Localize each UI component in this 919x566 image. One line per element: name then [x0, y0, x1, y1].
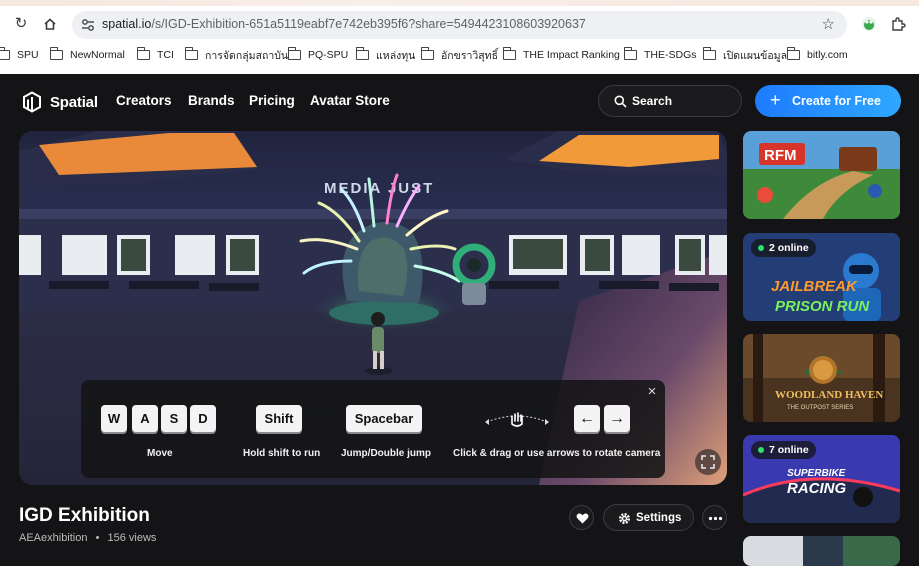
nav-avatar-store[interactable]: Avatar Store — [310, 93, 390, 108]
close-icon[interactable]: × — [645, 384, 659, 399]
extensions-puzzle-icon[interactable] — [890, 16, 906, 32]
svg-text:PRISON RUN: PRISON RUN — [775, 298, 870, 315]
move-label: Move — [147, 448, 173, 459]
controls-help-panel: × W A S D Move Shift Hold shift to run S… — [81, 380, 665, 478]
space-card-jailbreak[interactable]: JAILBREAK PRISON RUN 2 online — [743, 233, 900, 321]
key-spacebar: Spacebar — [346, 405, 422, 432]
shift-label: Hold shift to run — [243, 448, 321, 459]
meta-separator-dot: • — [95, 532, 100, 544]
folder-icon — [0, 47, 10, 60]
svg-text:SUPERBIKE: SUPERBIKE — [787, 468, 846, 479]
space-views: 156 views — [107, 532, 157, 544]
space-card-partial[interactable] — [743, 536, 900, 566]
space-viewport[interactable]: MEDIA JUST × W A S D Move Shift Hold shi… — [19, 131, 727, 485]
bookmark-data-plan[interactable]: เปิดแผนข้อมูล — [703, 46, 787, 64]
key-d: D — [190, 405, 216, 432]
site-info-icon[interactable] — [80, 17, 96, 33]
key-arrow-right: → — [604, 405, 630, 432]
search-icon — [614, 95, 627, 108]
space-title: IGD Exhibition — [19, 505, 150, 526]
svg-text:RACING: RACING — [787, 480, 846, 497]
gear-icon — [619, 513, 630, 524]
online-badge: 7 online — [751, 441, 816, 459]
bookmark-institution-groups[interactable]: การจัดกลุ่มสถาบัน — [185, 46, 288, 64]
fullscreen-icon — [701, 455, 715, 469]
bookmark-spu[interactable]: SPU — [0, 46, 39, 64]
space-card-superbike-racing[interactable]: SUPERBIKE RACING 7 online — [743, 435, 900, 523]
space-card-rfm[interactable]: RFM — [743, 131, 900, 219]
key-a: A — [132, 405, 158, 432]
reload-icon[interactable]: ↻ — [11, 14, 31, 34]
space-owner[interactable]: AEAexhibition — [19, 532, 88, 544]
folder-icon — [703, 47, 716, 60]
svg-text:WOODLAND HAVEN: WOODLAND HAVEN — [775, 389, 883, 401]
spacebar-label: Jump/Double jump — [341, 448, 431, 459]
rfm-thumbnail: RFM — [743, 131, 900, 219]
drag-hand-icon — [485, 412, 549, 427]
folder-icon — [787, 47, 800, 60]
nav-brands[interactable]: Brands — [188, 93, 235, 108]
spatial-logo-icon — [23, 91, 41, 113]
spatial-logo[interactable]: Spatial — [22, 91, 98, 113]
settings-button[interactable]: Settings — [603, 504, 694, 531]
svg-text:JAILBREAK: JAILBREAK — [771, 278, 858, 295]
svg-text:THE OUTPOST SERIES: THE OUTPOST SERIES — [787, 405, 853, 411]
bookmark-funding[interactable]: แหล่งทุน — [356, 46, 415, 64]
key-arrow-left: ← — [574, 405, 600, 432]
bookmark-star-icon[interactable]: ☆ — [822, 15, 835, 33]
extension-frog-icon[interactable] — [861, 16, 877, 32]
browser-chrome: ↻ spatial.io/s/IGD-Exhibition-651a5119ea… — [0, 0, 919, 74]
fullscreen-button[interactable] — [695, 449, 721, 475]
bookmark-pq-spu[interactable]: PQ-SPU — [288, 46, 348, 64]
folder-icon — [50, 47, 63, 60]
folder-icon — [421, 47, 434, 60]
bookmark-plagiarism[interactable]: อักขราวิสุทธิ์ — [421, 46, 498, 64]
like-button[interactable] — [569, 505, 594, 530]
bookmark-newnormal[interactable]: NewNormal — [50, 46, 125, 64]
woodland-haven-thumbnail: WOODLAND HAVEN THE OUTPOST SERIES — [743, 334, 900, 422]
svg-text:RFM: RFM — [764, 147, 797, 164]
online-badge: 2 online — [751, 239, 816, 257]
folder-icon — [137, 47, 150, 60]
settings-label: Settings — [636, 512, 682, 524]
plus-icon: + — [770, 90, 781, 110]
create-for-free-button[interactable]: + Create for Free — [755, 85, 901, 117]
create-label: Create for Free — [792, 94, 881, 108]
space-meta: AEAexhibition • 156 views — [19, 532, 156, 544]
folder-icon — [624, 47, 637, 60]
key-shift: Shift — [256, 405, 302, 432]
nav-creators[interactable]: Creators — [116, 93, 172, 108]
bookmark-the-sdgs[interactable]: THE-SDGs — [624, 46, 697, 64]
folder-icon — [356, 47, 369, 60]
address-bar[interactable]: spatial.io/s/IGD-Exhibition-651a5119eabf… — [72, 11, 847, 39]
camera-label: Click & drag or use arrows to rotate cam… — [453, 448, 661, 459]
bookmark-tci[interactable]: TCI — [137, 46, 174, 64]
bookmark-the-impact-ranking[interactable]: THE Impact Ranking — [503, 46, 620, 64]
bookmark-bitly[interactable]: bitly.com — [787, 46, 848, 64]
space-card-woodland-haven[interactable]: WOODLAND HAVEN THE OUTPOST SERIES — [743, 334, 900, 422]
folder-icon — [185, 47, 198, 60]
key-w: W — [101, 405, 127, 432]
tab-strip-edge — [0, 0, 919, 6]
logo-text: Spatial — [50, 93, 98, 111]
home-icon[interactable] — [40, 14, 60, 34]
key-s: S — [161, 405, 187, 432]
heart-icon — [576, 513, 589, 524]
search-label: Search — [632, 94, 673, 108]
more-dots-icon — [708, 516, 723, 521]
bookmarks-bar: SPU NewNormal TCI การจัดกลุ่มสถาบัน PQ-S… — [0, 46, 919, 64]
more-options-button[interactable] — [702, 505, 727, 530]
search-button[interactable]: Search — [598, 85, 742, 117]
folder-icon — [503, 47, 516, 60]
folder-icon — [288, 47, 301, 60]
url-text: spatial.io/s/IGD-Exhibition-651a5119eabf… — [102, 17, 586, 31]
nav-pricing[interactable]: Pricing — [249, 93, 295, 108]
spatial-page: Spatial Creators Brands Pricing Avatar S… — [0, 74, 919, 566]
partial-thumbnail — [743, 536, 900, 566]
